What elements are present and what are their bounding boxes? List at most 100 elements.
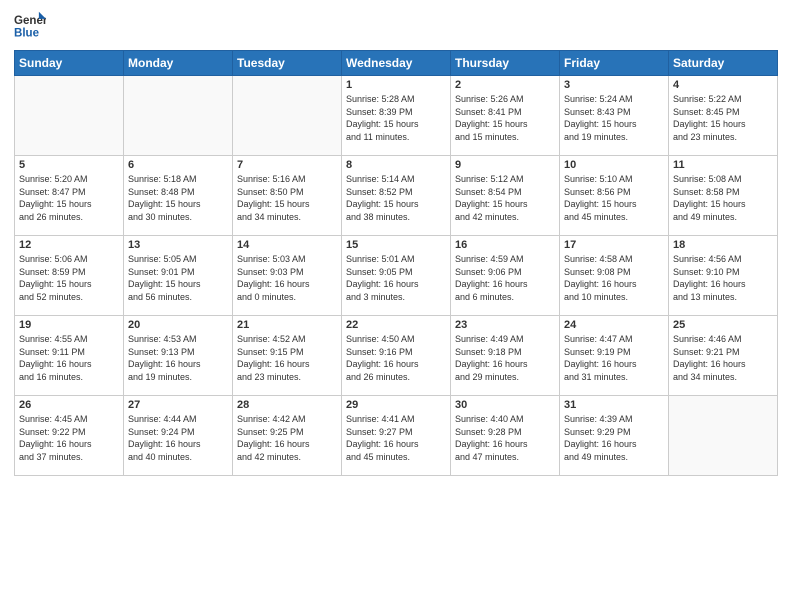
calendar-cell: 25 Sunrise: 4:46 AMSunset: 9:21 PMDayligh…: [669, 316, 778, 396]
calendar-cell: 17 Sunrise: 4:58 AMSunset: 9:08 PMDayligh…: [560, 236, 669, 316]
day-number: 21: [237, 319, 337, 331]
calendar-cell: 3 Sunrise: 5:24 AMSunset: 8:43 PMDaylight…: [560, 76, 669, 156]
weekday-thursday: Thursday: [451, 51, 560, 76]
weekday-header-row: SundayMondayTuesdayWednesdayThursdayFrid…: [15, 51, 778, 76]
calendar-cell: 26 Sunrise: 4:45 AMSunset: 9:22 PMDayligh…: [15, 396, 124, 476]
day-number: 19: [19, 319, 119, 331]
day-number: 10: [564, 159, 664, 171]
day-number: 7: [237, 159, 337, 171]
day-info: Sunrise: 4:56 AMSunset: 9:10 PMDaylight:…: [673, 253, 773, 303]
calendar-cell: 10 Sunrise: 5:10 AMSunset: 8:56 PMDayligh…: [560, 156, 669, 236]
day-number: 1: [346, 79, 446, 91]
day-info: Sunrise: 4:46 AMSunset: 9:21 PMDaylight:…: [673, 333, 773, 383]
day-info: Sunrise: 4:58 AMSunset: 9:08 PMDaylight:…: [564, 253, 664, 303]
day-number: 11: [673, 159, 773, 171]
calendar-cell: 20 Sunrise: 4:53 AMSunset: 9:13 PMDayligh…: [124, 316, 233, 396]
calendar-cell: [233, 76, 342, 156]
calendar-cell: 16 Sunrise: 4:59 AMSunset: 9:06 PMDayligh…: [451, 236, 560, 316]
calendar-cell: 1 Sunrise: 5:28 AMSunset: 8:39 PMDaylight…: [342, 76, 451, 156]
calendar-cell: 11 Sunrise: 5:08 AMSunset: 8:58 PMDayligh…: [669, 156, 778, 236]
day-number: 22: [346, 319, 446, 331]
day-number: 18: [673, 239, 773, 251]
weekday-wednesday: Wednesday: [342, 51, 451, 76]
logo: General Blue: [14, 10, 46, 42]
header: General Blue: [14, 10, 778, 42]
day-number: 27: [128, 399, 228, 411]
day-number: 5: [19, 159, 119, 171]
weekday-sunday: Sunday: [15, 51, 124, 76]
calendar-cell: 8 Sunrise: 5:14 AMSunset: 8:52 PMDaylight…: [342, 156, 451, 236]
day-info: Sunrise: 5:14 AMSunset: 8:52 PMDaylight:…: [346, 173, 446, 223]
calendar-cell: 22 Sunrise: 4:50 AMSunset: 9:16 PMDayligh…: [342, 316, 451, 396]
day-number: 14: [237, 239, 337, 251]
day-number: 13: [128, 239, 228, 251]
calendar-cell: 29Sunrise: 4:41 AMSunset: 9:27 PMDayligh…: [342, 396, 451, 476]
day-info: Sunrise: 5:28 AMSunset: 8:39 PMDaylight:…: [346, 93, 446, 143]
day-info: Sunrise: 4:59 AMSunset: 9:06 PMDaylight:…: [455, 253, 555, 303]
day-info: Sunrise: 4:45 AMSunset: 9:22 PMDaylight:…: [19, 413, 119, 463]
calendar-cell: 31 Sunrise: 4:39 AMSunset: 9:29 PMDayligh…: [560, 396, 669, 476]
day-info: Sunrise: 5:24 AMSunset: 8:43 PMDaylight:…: [564, 93, 664, 143]
calendar-cell: 9 Sunrise: 5:12 AMSunset: 8:54 PMDaylight…: [451, 156, 560, 236]
day-info: Sunrise: 4:41 AMSunset: 9:27 PMDaylight:…: [346, 413, 446, 463]
calendar-cell: 5Sunrise: 5:20 AMSunset: 8:47 PMDaylight…: [15, 156, 124, 236]
calendar-cell: [124, 76, 233, 156]
day-info: Sunrise: 5:10 AMSunset: 8:56 PMDaylight:…: [564, 173, 664, 223]
day-number: 25: [673, 319, 773, 331]
day-info: Sunrise: 5:22 AMSunset: 8:45 PMDaylight:…: [673, 93, 773, 143]
day-number: 23: [455, 319, 555, 331]
day-info: Sunrise: 5:03 AMSunset: 9:03 PMDaylight:…: [237, 253, 337, 303]
day-info: Sunrise: 4:40 AMSunset: 9:28 PMDaylight:…: [455, 413, 555, 463]
calendar-cell: 18 Sunrise: 4:56 AMSunset: 9:10 PMDayligh…: [669, 236, 778, 316]
day-number: 26: [19, 399, 119, 411]
day-number: 8: [346, 159, 446, 171]
day-info: Sunrise: 4:53 AMSunset: 9:13 PMDaylight:…: [128, 333, 228, 383]
svg-text:Blue: Blue: [14, 28, 40, 40]
day-number: 9: [455, 159, 555, 171]
day-info: Sunrise: 5:12 AMSunset: 8:54 PMDaylight:…: [455, 173, 555, 223]
calendar: SundayMondayTuesdayWednesdayThursdayFrid…: [14, 50, 778, 476]
calendar-cell: 14 Sunrise: 5:03 AMSunset: 9:03 PMDayligh…: [233, 236, 342, 316]
calendar-cell: 6Sunrise: 5:18 AMSunset: 8:48 PMDaylight…: [124, 156, 233, 236]
day-number: 12: [19, 239, 119, 251]
day-number: 2: [455, 79, 555, 91]
calendar-cell: 27 Sunrise: 4:44 AMSunset: 9:24 PMDayligh…: [124, 396, 233, 476]
calendar-cell: 12Sunrise: 5:06 AMSunset: 8:59 PMDayligh…: [15, 236, 124, 316]
week-row-2: 12Sunrise: 5:06 AMSunset: 8:59 PMDayligh…: [15, 236, 778, 316]
calendar-cell: 19 Sunrise: 4:55 AMSunset: 9:11 PMDayligh…: [15, 316, 124, 396]
day-number: 28: [237, 399, 337, 411]
calendar-cell: 30 Sunrise: 4:40 AMSunset: 9:28 PMDayligh…: [451, 396, 560, 476]
week-row-0: 1 Sunrise: 5:28 AMSunset: 8:39 PMDaylight…: [15, 76, 778, 156]
page: General Blue SundayMondayTuesdayWednesda…: [0, 0, 792, 612]
day-info: Sunrise: 5:16 AMSunset: 8:50 PMDaylight:…: [237, 173, 337, 223]
day-number: 3: [564, 79, 664, 91]
day-info: Sunrise: 4:44 AMSunset: 9:24 PMDaylight:…: [128, 413, 228, 463]
day-number: 20: [128, 319, 228, 331]
calendar-cell: 7 Sunrise: 5:16 AMSunset: 8:50 PMDaylight…: [233, 156, 342, 236]
day-number: 31: [564, 399, 664, 411]
calendar-cell: 4 Sunrise: 5:22 AMSunset: 8:45 PMDaylight…: [669, 76, 778, 156]
day-number: 30: [455, 399, 555, 411]
weekday-saturday: Saturday: [669, 51, 778, 76]
day-info: Sunrise: 5:08 AMSunset: 8:58 PMDaylight:…: [673, 173, 773, 223]
week-row-4: 26 Sunrise: 4:45 AMSunset: 9:22 PMDayligh…: [15, 396, 778, 476]
calendar-cell: 24 Sunrise: 4:47 AMSunset: 9:19 PMDayligh…: [560, 316, 669, 396]
day-number: 17: [564, 239, 664, 251]
week-row-3: 19 Sunrise: 4:55 AMSunset: 9:11 PMDayligh…: [15, 316, 778, 396]
calendar-cell: 15Sunrise: 5:01 AMSunset: 9:05 PMDayligh…: [342, 236, 451, 316]
day-info: Sunrise: 4:50 AMSunset: 9:16 PMDaylight:…: [346, 333, 446, 383]
day-number: 16: [455, 239, 555, 251]
day-info: Sunrise: 4:39 AMSunset: 9:29 PMDaylight:…: [564, 413, 664, 463]
day-info: Sunrise: 4:47 AMSunset: 9:19 PMDaylight:…: [564, 333, 664, 383]
day-info: Sunrise: 4:49 AMSunset: 9:18 PMDaylight:…: [455, 333, 555, 383]
day-number: 24: [564, 319, 664, 331]
weekday-friday: Friday: [560, 51, 669, 76]
logo-icon: General Blue: [14, 10, 46, 42]
day-info: Sunrise: 4:52 AMSunset: 9:15 PMDaylight:…: [237, 333, 337, 383]
weekday-monday: Monday: [124, 51, 233, 76]
day-info: Sunrise: 4:55 AMSunset: 9:11 PMDaylight:…: [19, 333, 119, 383]
day-info: Sunrise: 5:26 AMSunset: 8:41 PMDaylight:…: [455, 93, 555, 143]
day-number: 4: [673, 79, 773, 91]
day-info: Sunrise: 5:05 AMSunset: 9:01 PMDaylight:…: [128, 253, 228, 303]
calendar-cell: [15, 76, 124, 156]
